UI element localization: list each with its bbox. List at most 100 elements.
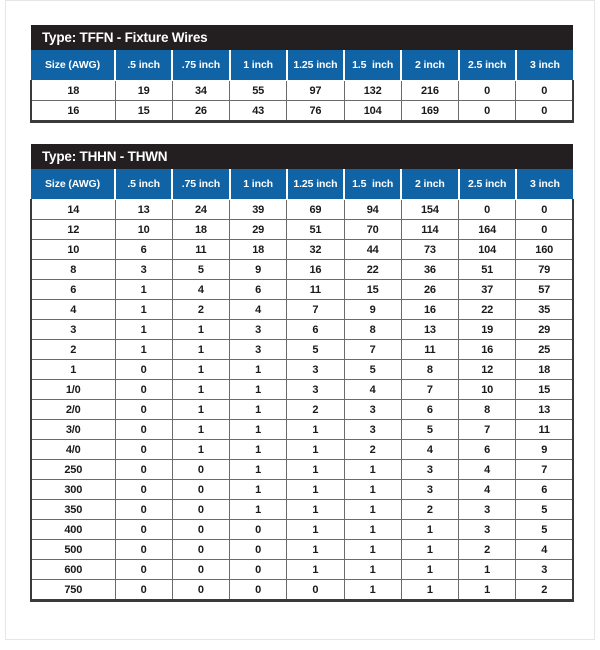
conduit-fill-cell: 0 bbox=[171, 459, 231, 480]
conduit-fill-cell: 1 bbox=[343, 519, 402, 540]
wire-size-cell: 3 bbox=[30, 319, 116, 340]
column-header-cell: Size (AWG) bbox=[31, 169, 116, 200]
wire-size-cell: 250 bbox=[30, 459, 116, 480]
conduit-fill-cell: 7 bbox=[343, 339, 402, 360]
table-row: 2 1 1 3 5 7 11 16 25 bbox=[30, 339, 575, 360]
conduit-fill-cell: 13 bbox=[515, 399, 575, 420]
column-header-cell: 1.25 inch bbox=[286, 50, 346, 81]
conduit-fill-cell: 7 bbox=[400, 379, 460, 400]
conduit-fill-cell: 73 bbox=[400, 239, 460, 260]
conduit-fill-cell: 39 bbox=[228, 199, 288, 220]
table-row: 500 0 0 0 1 1 1 2 4 bbox=[30, 539, 575, 560]
conduit-fill-cell: 3 bbox=[286, 379, 345, 400]
conduit-fill-cell: 18 bbox=[515, 359, 575, 380]
wire-size-cell: 600 bbox=[30, 559, 116, 580]
conduit-fill-cell: 10 bbox=[457, 379, 517, 400]
table-row: 8 3 5 9 16 22 36 51 79 bbox=[30, 259, 575, 280]
wire-fill-table: Type: TFFN - Fixture Wires Size (AWG) .5 i… bbox=[30, 25, 575, 123]
conduit-fill-cell: 1 bbox=[286, 479, 345, 500]
conduit-fill-cell: 1 bbox=[343, 499, 402, 520]
table-row: 600 0 0 0 1 1 1 1 3 bbox=[30, 559, 575, 580]
conduit-fill-cell: 8 bbox=[457, 399, 517, 420]
conduit-fill-cell: 0 bbox=[114, 359, 173, 380]
conduit-fill-cell: 36 bbox=[400, 259, 460, 280]
conduit-fill-cell: 1 bbox=[228, 499, 288, 520]
wire-size-cell: 400 bbox=[30, 519, 116, 540]
conduit-fill-cell: 1 bbox=[114, 339, 173, 360]
conduit-fill-cell: 132 bbox=[343, 80, 402, 101]
conduit-fill-cell: 0 bbox=[171, 559, 231, 580]
conduit-fill-cell: 1 bbox=[228, 419, 288, 440]
conduit-fill-cell: 1 bbox=[114, 279, 173, 300]
conduit-fill-cell: 4 bbox=[400, 439, 460, 460]
conduit-fill-cell: 16 bbox=[286, 259, 345, 280]
conduit-fill-cell: 1 bbox=[286, 439, 345, 460]
conduit-fill-cell: 3 bbox=[228, 319, 288, 340]
wire-size-cell: 16 bbox=[30, 100, 116, 123]
conduit-fill-cell: 3 bbox=[114, 259, 173, 280]
conduit-fill-cell: 1 bbox=[171, 359, 231, 380]
conduit-fill-cell: 35 bbox=[515, 299, 575, 320]
conduit-fill-cell: 15 bbox=[515, 379, 575, 400]
conduit-fill-cell: 4 bbox=[457, 459, 517, 480]
conduit-fill-cell: 160 bbox=[515, 239, 575, 260]
conduit-fill-cell: 51 bbox=[286, 219, 345, 240]
conduit-fill-cell: 1 bbox=[171, 339, 231, 360]
conduit-fill-cell: 4 bbox=[171, 279, 231, 300]
conduit-fill-cell: 169 bbox=[400, 100, 460, 123]
wire-size-cell: 14 bbox=[30, 199, 116, 220]
column-header-cell: 1.5 inch bbox=[344, 50, 403, 81]
conduit-fill-cell: 7 bbox=[515, 459, 575, 480]
conduit-fill-cell: 1 bbox=[171, 319, 231, 340]
conduit-fill-cell: 0 bbox=[515, 219, 575, 240]
conduit-fill-cell: 1 bbox=[400, 539, 460, 560]
column-header-cell: Size (AWG) bbox=[31, 50, 116, 81]
conduit-fill-cell: 10 bbox=[114, 219, 173, 240]
conduit-fill-cell: 2 bbox=[286, 399, 345, 420]
wire-size-cell: 750 bbox=[30, 579, 116, 602]
column-header-cell: 1.25 inch bbox=[286, 169, 346, 200]
conduit-fill-cell: 94 bbox=[343, 199, 402, 220]
table-row: 400 0 0 0 1 1 1 3 5 bbox=[30, 519, 575, 540]
conduit-fill-cell: 1 bbox=[457, 579, 517, 602]
table-row: 6 1 4 6 11 15 26 37 57 bbox=[30, 279, 575, 300]
conduit-fill-cell: 2 bbox=[457, 539, 517, 560]
conduit-fill-cell: 2 bbox=[343, 439, 402, 460]
conduit-fill-cell: 11 bbox=[171, 239, 231, 260]
table-title-bar: Type: TFFN - Fixture Wires bbox=[31, 25, 574, 50]
conduit-fill-cell: 69 bbox=[286, 199, 345, 220]
conduit-fill-cell: 1 bbox=[228, 359, 288, 380]
conduit-fill-cell: 55 bbox=[228, 80, 288, 101]
conduit-fill-cell: 0 bbox=[114, 439, 173, 460]
conduit-fill-cell: 32 bbox=[286, 239, 345, 260]
conduit-fill-cell: 104 bbox=[457, 239, 517, 260]
table-row: 14 13 24 39 69 94 154 0 0 bbox=[30, 199, 575, 220]
conduit-fill-cell: 24 bbox=[171, 199, 231, 220]
column-header-cell: 1 inch bbox=[229, 50, 288, 81]
column-header-cell: 1 inch bbox=[229, 169, 288, 200]
conduit-fill-cell: 7 bbox=[457, 419, 517, 440]
conduit-fill-cell: 1 bbox=[457, 559, 517, 580]
conduit-fill-cell: 18 bbox=[228, 239, 288, 260]
conduit-fill-cell: 1 bbox=[400, 579, 460, 602]
conduit-fill-cell: 1 bbox=[343, 579, 402, 602]
conduit-fill-cell: 11 bbox=[400, 339, 460, 360]
conduit-fill-cell: 3 bbox=[228, 339, 288, 360]
wire-size-cell: 500 bbox=[30, 539, 116, 560]
conduit-fill-cell: 114 bbox=[400, 219, 460, 240]
conduit-fill-cell: 6 bbox=[286, 319, 345, 340]
conduit-fill-cell: 0 bbox=[171, 579, 231, 602]
column-header-cell: 1.5 inch bbox=[344, 169, 403, 200]
conduit-fill-cell: 0 bbox=[457, 100, 517, 123]
column-header-cell: 2 inch bbox=[401, 50, 460, 81]
conduit-fill-cell: 1 bbox=[343, 479, 402, 500]
conduit-fill-cell: 19 bbox=[457, 319, 517, 340]
conduit-fill-cell: 0 bbox=[114, 539, 173, 560]
column-header-cell: 3 inch bbox=[515, 50, 574, 81]
wire-size-cell: 18 bbox=[30, 80, 116, 101]
conduit-fill-cell: 154 bbox=[400, 199, 460, 220]
conduit-fill-cell: 26 bbox=[400, 279, 460, 300]
table-row: 250 0 0 1 1 1 3 4 7 bbox=[30, 459, 575, 480]
conduit-fill-cell: 70 bbox=[343, 219, 402, 240]
conduit-fill-cell: 3 bbox=[400, 459, 460, 480]
